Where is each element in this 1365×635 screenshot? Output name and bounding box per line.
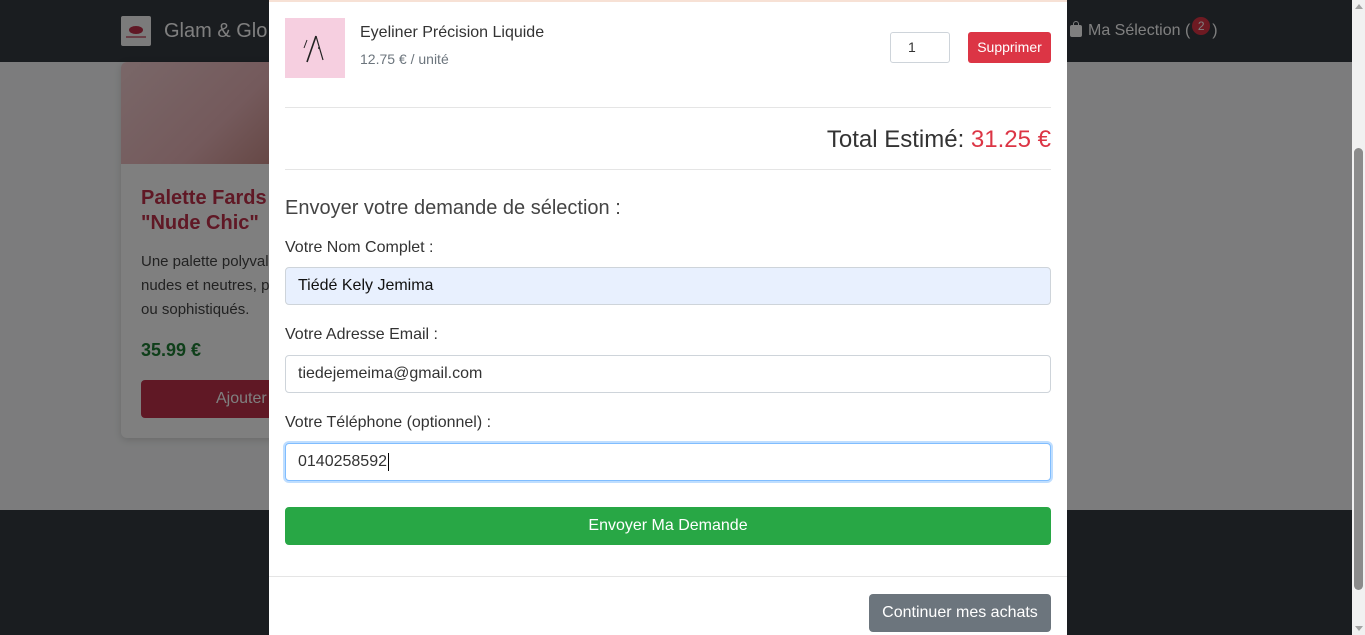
product-thumbnail: [285, 18, 345, 78]
cart-item: Eyeliner Précision Liquide 12.75 € / uni…: [285, 16, 1051, 78]
email-input[interactable]: tiedejemeima@gmail.com: [285, 355, 1051, 393]
selection-modal: Eyeliner Précision Liquide 12.75 € / uni…: [269, 0, 1067, 635]
page-scrollbar[interactable]: [1352, 0, 1365, 635]
text-caret: [387, 452, 389, 471]
submit-request-button[interactable]: Envoyer Ma Demande: [285, 507, 1051, 545]
total-amount: 31.25 €: [970, 126, 1051, 153]
phone-label: Votre Téléphone (optionnel) :: [285, 414, 492, 431]
modal-footer-divider: [269, 576, 1067, 577]
form-title: Envoyer votre demande de sélection :: [285, 197, 621, 219]
scrollbar-thumb[interactable]: [1354, 148, 1363, 590]
scroll-up-icon[interactable]: [1355, 4, 1363, 9]
scroll-down-icon[interactable]: [1355, 626, 1363, 631]
phone-input[interactable]: 0140258592: [285, 443, 1051, 481]
email-label: Votre Adresse Email :: [285, 326, 438, 343]
phone-value: 0140258592: [298, 453, 387, 470]
quantity-input[interactable]: 1: [890, 32, 950, 63]
divider: [285, 169, 1051, 170]
total-estimate: Total Estimé: 31.25 €: [827, 126, 1051, 154]
continue-shopping-button[interactable]: Continuer mes achats: [869, 594, 1051, 632]
delete-item-button[interactable]: Supprimer: [968, 32, 1051, 63]
item-unit-price: 12.75 € / unité: [360, 51, 449, 67]
total-label: Total Estimé:: [826, 126, 965, 153]
divider: [285, 107, 1051, 108]
item-name: Eyeliner Précision Liquide: [360, 24, 545, 41]
full-name-input[interactable]: Tiédé Kely Jemima: [285, 267, 1051, 305]
name-label: Votre Nom Complet :: [285, 239, 434, 256]
